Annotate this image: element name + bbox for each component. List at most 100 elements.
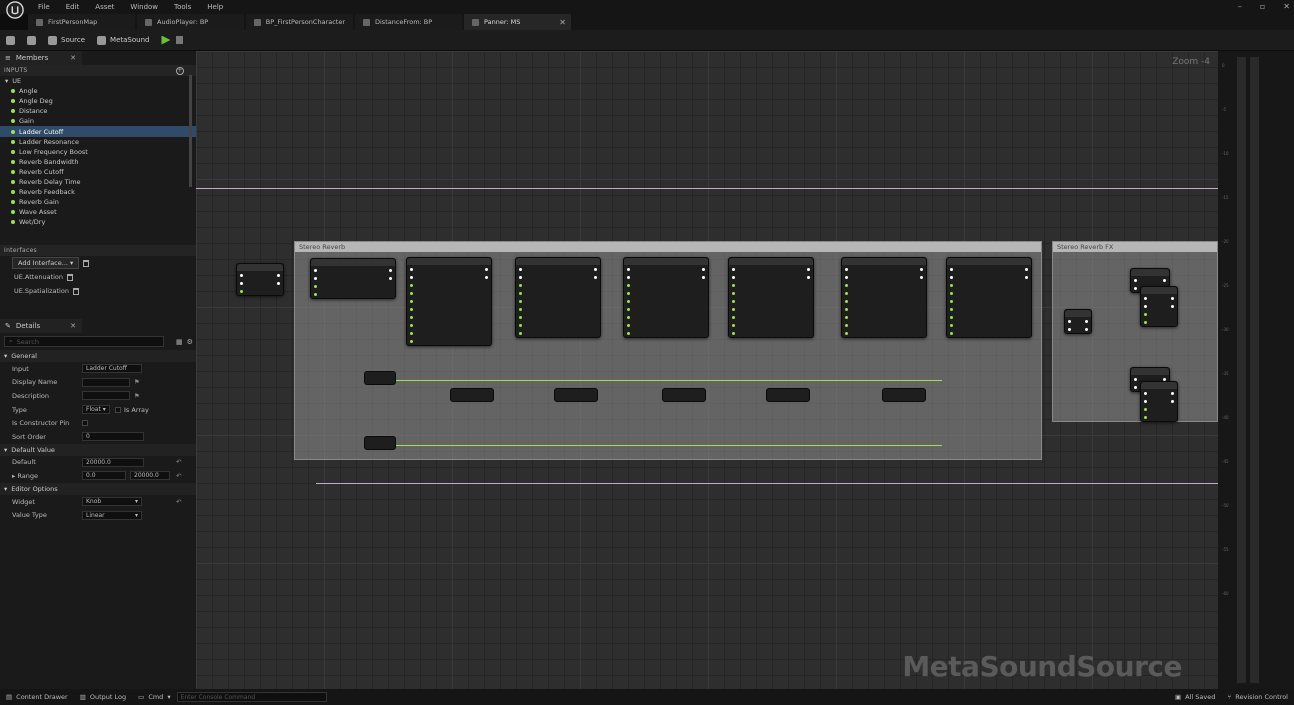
member-input-item[interactable]: Ladder Cutoff [0,126,196,137]
stop-icon[interactable] [176,36,184,44]
graph-node-compact[interactable] [662,388,706,402]
grid-view-icon[interactable]: ▦ [176,338,183,346]
member-input-item[interactable]: Low Frequency Boost [0,147,196,157]
node-pin-row[interactable] [516,289,600,297]
output-log-button[interactable]: ▥ Output Log [74,693,132,701]
tab-bp-firstpersoncharacter[interactable]: BP_FirstPersonCharacter [246,14,353,30]
node-pin-row[interactable] [947,273,1031,281]
member-input-item[interactable]: Angle [0,86,196,96]
reset-icon[interactable]: ↶ [176,498,181,506]
node-pin-row[interactable] [624,265,708,273]
range-min-field[interactable]: 0.0 [82,471,126,481]
node-pin-row[interactable] [1065,317,1091,325]
menu-file[interactable]: File [30,3,58,11]
trash-icon[interactable] [83,259,90,267]
graph-node-compact[interactable] [554,388,598,402]
node-pin-row[interactable] [1065,325,1091,333]
interface-item[interactable]: UE.Attenuation [0,270,196,284]
menu-window[interactable]: Window [122,3,166,11]
node-pin-row[interactable] [624,313,708,321]
node-pin-row[interactable] [1141,405,1177,413]
editor-options-category[interactable]: ▾ Editor Options [0,482,196,495]
node-pin-row[interactable] [624,329,708,337]
node-pin-row[interactable] [1141,302,1177,310]
value-type-dropdown[interactable]: Linear ▾ [82,510,142,520]
node-pin-row[interactable] [729,321,813,329]
node-pin-row[interactable] [947,265,1031,273]
metasound-graph-canvas[interactable]: Zoom -4 Stereo Reverb Stereo Reverb FX M… [196,51,1218,689]
member-input-item[interactable]: Gain [0,116,196,126]
general-category[interactable]: ▾ General [0,350,196,362]
source-button[interactable]: Source [42,35,91,45]
details-tab[interactable]: ✎ Details ✕ [0,319,82,333]
node-pin-row[interactable] [624,297,708,305]
node-pin-row[interactable] [729,289,813,297]
node-pin-row[interactable] [624,321,708,329]
node-pin-row[interactable] [516,313,600,321]
is-constructor-checkbox[interactable] [82,420,88,427]
member-input-item[interactable]: Reverb Delay Time [0,177,196,187]
node-pin-row[interactable] [407,281,491,289]
type-dropdown[interactable]: Float ▾ [82,405,110,415]
node-pin-row[interactable] [624,289,708,297]
graph-node[interactable] [236,263,284,296]
close-icon[interactable]: ✕ [70,54,76,62]
graph-node-compact[interactable] [364,436,396,450]
default-value-category[interactable]: ▾ Default Value [0,443,196,456]
close-tab-icon[interactable]: ✕ [559,18,566,27]
node-pin-row[interactable] [729,273,813,281]
node-pin-row[interactable] [842,329,926,337]
node-pin-row[interactable] [1141,294,1177,302]
interface-item[interactable]: UE.Spatialization [0,284,196,298]
node-pin-row[interactable] [1141,413,1177,421]
node-pin-row[interactable] [516,281,600,289]
graph-node[interactable] [310,258,396,299]
member-input-item[interactable]: Reverb Gain [0,197,196,207]
node-pin-row[interactable] [311,290,395,298]
flag-icon[interactable]: ⚑ [134,378,140,386]
node-pin-row[interactable] [1141,310,1177,318]
tab-panner[interactable]: Panner: MS ✕ [464,14,571,30]
graph-node[interactable] [1140,381,1178,422]
node-pin-row[interactable] [237,271,283,279]
node-pin-row[interactable] [947,313,1031,321]
reset-icon[interactable]: ↶ [176,458,181,466]
member-input-item[interactable]: Reverb Bandwidth [0,157,196,167]
graph-node[interactable] [623,257,709,338]
node-pin-row[interactable] [407,337,491,345]
graph-node-compact[interactable] [450,388,494,402]
members-scrollbar[interactable] [189,75,192,187]
node-pin-row[interactable] [516,273,600,281]
unreal-logo-icon[interactable] [4,0,26,21]
add-interface-dropdown[interactable]: Add Interface... ▾ [12,257,80,269]
settings-icon[interactable]: ⚙ [187,338,193,346]
node-pin-row[interactable] [842,289,926,297]
node-pin-row[interactable] [842,313,926,321]
graph-node[interactable] [841,257,927,338]
graph-node[interactable] [406,257,492,346]
graph-node[interactable] [728,257,814,338]
console-command-input[interactable]: Enter Console Command [176,692,327,702]
member-input-item[interactable]: Wave Asset [0,207,196,217]
graph-node-compact[interactable] [364,371,396,385]
inputs-header[interactable]: INPUTS + [0,65,196,76]
menu-edit[interactable]: Edit [58,3,88,11]
node-pin-row[interactable] [729,265,813,273]
node-pin-row[interactable] [947,329,1031,337]
node-pin-row[interactable] [407,273,491,281]
node-pin-row[interactable] [947,289,1031,297]
node-pin-row[interactable] [729,297,813,305]
range-max-field[interactable]: 20000.0 [130,471,170,481]
trash-icon[interactable] [67,273,74,281]
node-pin-row[interactable] [1141,318,1177,326]
node-pin-row[interactable] [1131,276,1169,284]
node-pin-row[interactable] [311,282,395,290]
default-field[interactable]: 20000.0 [82,457,144,467]
node-pin-row[interactable] [842,297,926,305]
node-pin-row[interactable] [237,279,283,287]
node-pin-row[interactable] [407,265,491,273]
member-input-item[interactable]: Angle Deg [0,96,196,106]
node-pin-row[interactable] [729,281,813,289]
maximize-icon[interactable]: ▫ [1260,2,1265,11]
add-input-icon[interactable]: + [176,66,184,75]
